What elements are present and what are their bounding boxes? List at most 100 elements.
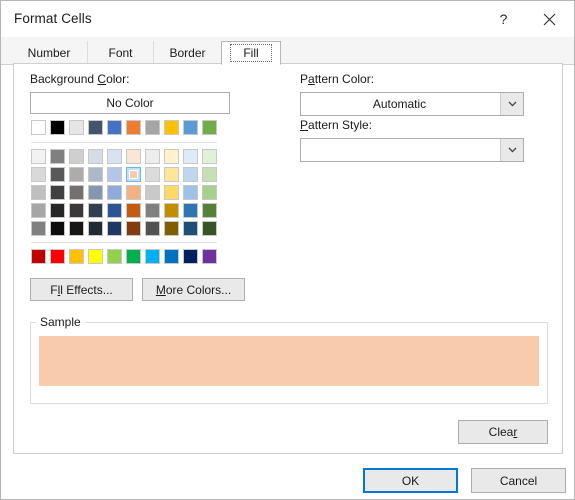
standard-color-swatch-8[interactable] bbox=[183, 249, 198, 264]
tint-color-swatch-0-1[interactable] bbox=[50, 149, 65, 164]
clear-button-label: Clear bbox=[488, 425, 518, 439]
tint-color-swatch-4-1[interactable] bbox=[50, 221, 65, 236]
more-colors-button[interactable]: More Colors... bbox=[142, 278, 245, 301]
pattern-style-label-post: attern Style: bbox=[308, 118, 373, 132]
ok-button[interactable]: OK bbox=[363, 468, 458, 493]
pattern-color-dropdown[interactable]: Automatic bbox=[300, 92, 524, 116]
tint-color-swatch-3-4[interactable] bbox=[107, 203, 122, 218]
chevron-down-icon[interactable] bbox=[500, 139, 523, 161]
tint-color-swatch-2-6[interactable] bbox=[145, 185, 160, 200]
tint-color-swatch-2-1[interactable] bbox=[50, 185, 65, 200]
question-mark-icon: ? bbox=[499, 11, 508, 27]
palette-tint-row-2 bbox=[31, 185, 221, 201]
tint-color-swatch-4-0[interactable] bbox=[31, 221, 46, 236]
tint-color-swatch-2-8[interactable] bbox=[183, 185, 198, 200]
theme-color-swatch-1[interactable] bbox=[50, 120, 65, 135]
tint-color-swatch-4-6[interactable] bbox=[145, 221, 160, 236]
tint-color-swatch-0-4[interactable] bbox=[107, 149, 122, 164]
palette-tint-row-0 bbox=[31, 149, 221, 165]
clear-accesskey: r bbox=[513, 425, 518, 439]
tab-border-label: Border bbox=[169, 45, 206, 60]
standard-color-swatch-3[interactable] bbox=[88, 249, 103, 264]
tint-color-swatch-4-2[interactable] bbox=[69, 221, 84, 236]
standard-color-swatch-2[interactable] bbox=[69, 249, 84, 264]
tint-color-swatch-1-0[interactable] bbox=[31, 167, 46, 182]
tint-color-swatch-3-1[interactable] bbox=[50, 203, 65, 218]
tab-fill-label: Fill bbox=[230, 44, 272, 62]
tint-color-swatch-2-5[interactable] bbox=[126, 185, 141, 200]
tint-color-swatch-1-1[interactable] bbox=[50, 167, 65, 182]
tint-color-swatch-0-2[interactable] bbox=[69, 149, 84, 164]
tint-color-swatch-0-9[interactable] bbox=[202, 149, 217, 164]
tint-color-swatch-4-5[interactable] bbox=[126, 221, 141, 236]
tab-fill[interactable]: Fill bbox=[221, 41, 281, 65]
standard-color-swatch-0[interactable] bbox=[31, 249, 46, 264]
tint-color-swatch-2-7[interactable] bbox=[164, 185, 179, 200]
tab-border[interactable]: Border bbox=[153, 41, 221, 64]
theme-color-swatch-6[interactable] bbox=[145, 120, 160, 135]
tint-color-swatch-4-8[interactable] bbox=[183, 221, 198, 236]
selected-swatch-ring bbox=[129, 170, 138, 179]
theme-color-swatch-5[interactable] bbox=[126, 120, 141, 135]
standard-color-swatch-5[interactable] bbox=[126, 249, 141, 264]
standard-color-swatch-9[interactable] bbox=[202, 249, 217, 264]
tab-font-label: Font bbox=[108, 45, 133, 60]
more-colors-label: More Colors... bbox=[155, 282, 232, 297]
theme-color-swatch-4[interactable] bbox=[107, 120, 122, 135]
standard-color-swatch-1[interactable] bbox=[50, 249, 65, 264]
tint-color-swatch-1-8[interactable] bbox=[183, 167, 198, 182]
tint-color-swatch-1-6[interactable] bbox=[145, 167, 160, 182]
fill-effects-button[interactable]: Fll Effects... bbox=[30, 278, 133, 301]
tint-color-swatch-3-6[interactable] bbox=[145, 203, 160, 218]
theme-color-swatch-8[interactable] bbox=[183, 120, 198, 135]
tint-color-swatch-1-9[interactable] bbox=[202, 167, 217, 182]
tab-font[interactable]: Font bbox=[87, 41, 153, 64]
tint-color-swatch-4-9[interactable] bbox=[202, 221, 217, 236]
tint-color-swatch-1-5[interactable] bbox=[126, 167, 141, 182]
standard-color-swatch-4[interactable] bbox=[107, 249, 122, 264]
tint-color-swatch-0-6[interactable] bbox=[145, 149, 160, 164]
fill-tab-panel: Background Color: No Color Fll Effects..… bbox=[13, 63, 563, 454]
standard-color-swatch-7[interactable] bbox=[164, 249, 179, 264]
tint-color-swatch-0-5[interactable] bbox=[126, 149, 141, 164]
help-button[interactable]: ? bbox=[481, 1, 526, 37]
palette-standard-row bbox=[31, 249, 221, 265]
no-color-button[interactable]: No Color bbox=[30, 92, 230, 114]
tint-color-swatch-3-8[interactable] bbox=[183, 203, 198, 218]
tint-color-swatch-2-3[interactable] bbox=[88, 185, 103, 200]
tint-color-swatch-1-4[interactable] bbox=[107, 167, 122, 182]
tint-color-swatch-3-3[interactable] bbox=[88, 203, 103, 218]
tint-color-swatch-3-0[interactable] bbox=[31, 203, 46, 218]
tint-color-swatch-4-3[interactable] bbox=[88, 221, 103, 236]
tint-color-swatch-4-7[interactable] bbox=[164, 221, 179, 236]
tab-number[interactable]: Number bbox=[11, 41, 87, 64]
tint-color-swatch-3-7[interactable] bbox=[164, 203, 179, 218]
tint-color-swatch-3-5[interactable] bbox=[126, 203, 141, 218]
tint-color-swatch-4-4[interactable] bbox=[107, 221, 122, 236]
chevron-down-icon[interactable] bbox=[500, 93, 523, 115]
tab-strip: Number Font Border Fill bbox=[1, 37, 574, 65]
theme-color-swatch-7[interactable] bbox=[164, 120, 179, 135]
tint-color-swatch-0-3[interactable] bbox=[88, 149, 103, 164]
standard-color-swatch-6[interactable] bbox=[145, 249, 160, 264]
cancel-button[interactable]: Cancel bbox=[471, 468, 566, 493]
tint-color-swatch-3-9[interactable] bbox=[202, 203, 217, 218]
tint-color-swatch-2-9[interactable] bbox=[202, 185, 217, 200]
theme-color-swatch-0[interactable] bbox=[31, 120, 46, 135]
tint-color-swatch-3-2[interactable] bbox=[69, 203, 84, 218]
theme-color-swatch-9[interactable] bbox=[202, 120, 217, 135]
tint-color-swatch-2-4[interactable] bbox=[107, 185, 122, 200]
tint-color-swatch-0-7[interactable] bbox=[164, 149, 179, 164]
theme-color-swatch-2[interactable] bbox=[69, 120, 84, 135]
pattern-style-dropdown[interactable] bbox=[300, 138, 524, 162]
tint-color-swatch-1-2[interactable] bbox=[69, 167, 84, 182]
tint-color-swatch-0-0[interactable] bbox=[31, 149, 46, 164]
tint-color-swatch-2-2[interactable] bbox=[69, 185, 84, 200]
clear-button[interactable]: Clear bbox=[458, 420, 548, 444]
close-button[interactable] bbox=[527, 1, 572, 37]
theme-color-swatch-3[interactable] bbox=[88, 120, 103, 135]
tint-color-swatch-1-7[interactable] bbox=[164, 167, 179, 182]
tint-color-swatch-1-3[interactable] bbox=[88, 167, 103, 182]
tint-color-swatch-0-8[interactable] bbox=[183, 149, 198, 164]
tint-color-swatch-2-0[interactable] bbox=[31, 185, 46, 200]
